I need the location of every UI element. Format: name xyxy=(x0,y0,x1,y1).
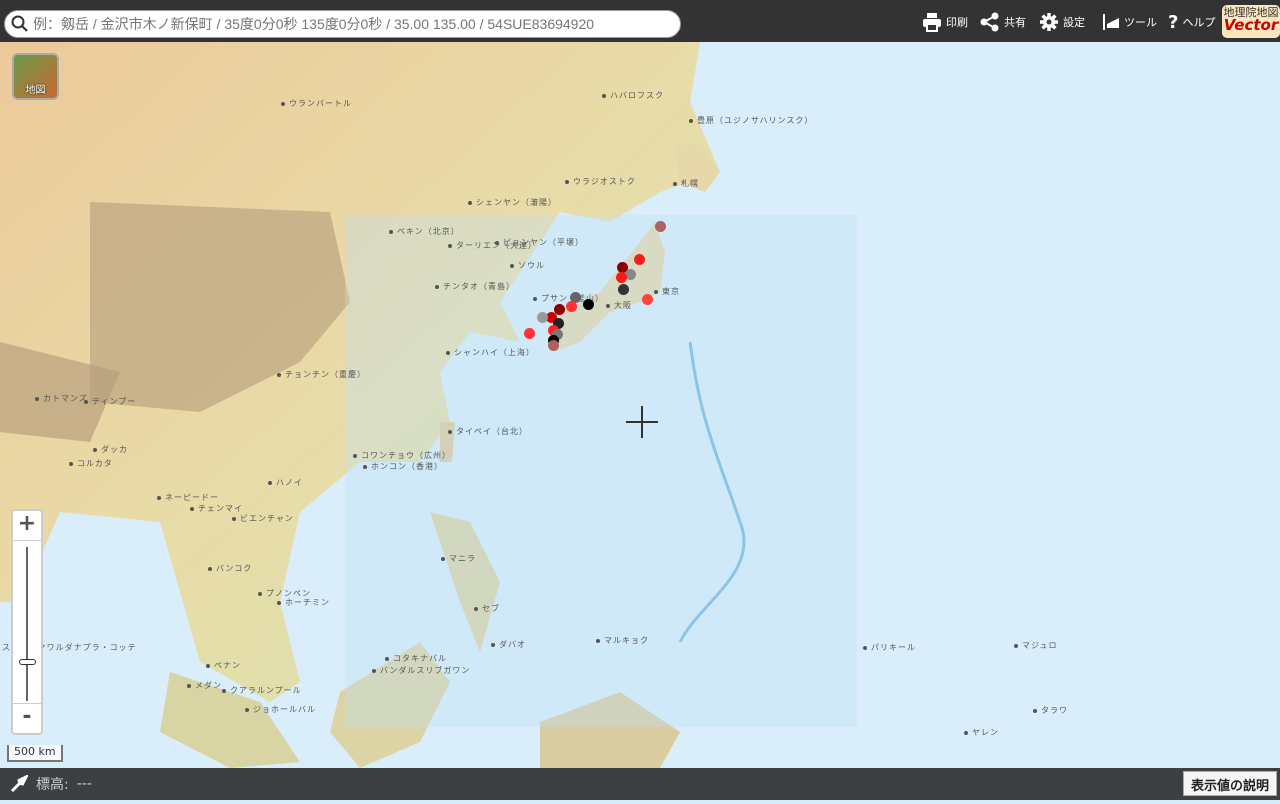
place-label: メダン xyxy=(187,680,222,691)
print-label: 印刷 xyxy=(946,16,968,29)
help-icon: ? xyxy=(1168,11,1179,33)
place-label: ピョンヤン（平壌） xyxy=(495,237,584,248)
place-label: ビエンチャン xyxy=(232,513,294,524)
zoom-in-button[interactable]: + xyxy=(13,511,41,541)
zoom-control: + - xyxy=(11,509,43,735)
logo-line2: Vector xyxy=(1223,16,1279,34)
settings-label: 設定 xyxy=(1063,16,1085,29)
zoom-slider-track[interactable] xyxy=(26,547,28,701)
search-box[interactable] xyxy=(4,10,681,38)
gsi-vector-logo[interactable]: 地理院地図 Vector xyxy=(1222,5,1280,38)
place-label: ソウル xyxy=(510,260,545,271)
basemap xyxy=(0,42,1280,768)
place-label: バンコク xyxy=(208,563,252,574)
place-label: 大阪 xyxy=(606,300,632,311)
place-label: チンタオ（青島） xyxy=(435,281,515,292)
zoom-slider-handle[interactable] xyxy=(19,659,36,665)
place-label: ペキン（北京） xyxy=(389,226,460,237)
place-label: ヤレン xyxy=(964,727,999,738)
zoom-out-button[interactable]: - xyxy=(13,703,41,733)
center-crosshair-icon xyxy=(626,406,658,438)
marker[interactable] xyxy=(583,299,594,310)
map-canvas[interactable]: ウランバートル ハバロフスク 豊原（ユジノサハリンスク） ウラジオストク 札幌 … xyxy=(0,42,1280,768)
elevation-label: 標高: xyxy=(36,777,69,793)
print-button[interactable]: 印刷 xyxy=(922,10,968,34)
place-label: コタキナバル xyxy=(385,653,447,664)
place-label: ホーチミン xyxy=(277,597,330,608)
place-label: ホンコン（香港） xyxy=(363,461,443,472)
place-label: マニラ xyxy=(441,553,476,564)
settings-button[interactable]: 設定 xyxy=(1039,10,1085,34)
place-label: カトマンズ xyxy=(35,393,88,404)
place-label: 東京 xyxy=(654,286,680,297)
place-label: ネーピードー xyxy=(157,492,219,503)
place-label: 豊原（ユジノサハリンスク） xyxy=(689,115,813,126)
place-label: マルキョク xyxy=(596,635,649,646)
marker[interactable] xyxy=(537,312,548,323)
place-label: ダバオ xyxy=(491,639,526,650)
place-label: バンダルスリブガワン xyxy=(372,665,470,676)
share-label: 共有 xyxy=(1004,16,1026,29)
place-label: コルカタ xyxy=(69,458,113,469)
place-label: マジュロ xyxy=(1014,640,1057,651)
place-label: ウランバートル xyxy=(281,98,352,109)
search-input[interactable] xyxy=(29,16,680,32)
help-label: ヘルプ xyxy=(1182,16,1216,29)
marker[interactable] xyxy=(655,221,666,232)
place-label: セブ xyxy=(474,603,500,614)
place-label: ハノイ xyxy=(268,477,303,488)
marker[interactable] xyxy=(524,328,535,339)
place-label: シェンヤン（瀋陽） xyxy=(468,197,557,208)
place-label: シャンハイ（上海） xyxy=(446,347,535,358)
help-button[interactable]: ? ヘルプ xyxy=(1168,10,1215,34)
place-label: パリキール xyxy=(863,642,916,653)
place-label: ハバロフスク xyxy=(602,90,664,101)
basemap-selector-label: 地図 xyxy=(25,85,46,96)
marker[interactable] xyxy=(642,294,653,305)
share-button[interactable]: 共有 xyxy=(980,10,1026,34)
place-label: ダッカ xyxy=(93,444,128,455)
arrow-icon[interactable] xyxy=(10,775,28,793)
place-label: ジョホールバル xyxy=(245,704,316,715)
place-label: クアラルンプール xyxy=(222,685,302,696)
gear-icon xyxy=(1040,13,1058,31)
tools-icon xyxy=(1103,14,1119,30)
tools-button[interactable]: ツール xyxy=(1100,10,1157,34)
place-label: ウラジオストク xyxy=(565,176,636,187)
place-label: コワンチョウ（広州） xyxy=(353,450,451,461)
place-label: タラワ xyxy=(1033,705,1068,716)
search-icon xyxy=(11,15,28,32)
tools-label: ツール xyxy=(1124,16,1157,29)
printer-icon xyxy=(923,13,941,32)
marker[interactable] xyxy=(616,272,627,283)
place-label: チョンチン（重慶） xyxy=(277,369,366,380)
scale-bar: 500 km xyxy=(7,745,63,762)
elevation-readout: 標高: --- xyxy=(10,774,92,794)
marker[interactable] xyxy=(548,340,559,351)
elevation-value: --- xyxy=(76,776,92,792)
place-label: ティンプー xyxy=(84,396,136,407)
marker[interactable] xyxy=(618,284,629,295)
share-icon xyxy=(980,12,999,32)
place-label: ペナン xyxy=(206,660,241,671)
place-label: 札幌 xyxy=(673,178,699,189)
basemap-selector-button[interactable]: 地図 xyxy=(12,53,59,100)
explain-values-button[interactable]: 表示値の説明 xyxy=(1182,771,1277,796)
place-label: タイペイ（台北） xyxy=(448,426,528,437)
toolbar: 印刷 共有 設定 ツール ?ヘルプ 地理院地図Vector xyxy=(0,0,1280,42)
marker[interactable] xyxy=(634,254,645,265)
marker[interactable] xyxy=(566,301,577,312)
status-bar: 標高: --- 表示値の説明 xyxy=(0,768,1280,800)
